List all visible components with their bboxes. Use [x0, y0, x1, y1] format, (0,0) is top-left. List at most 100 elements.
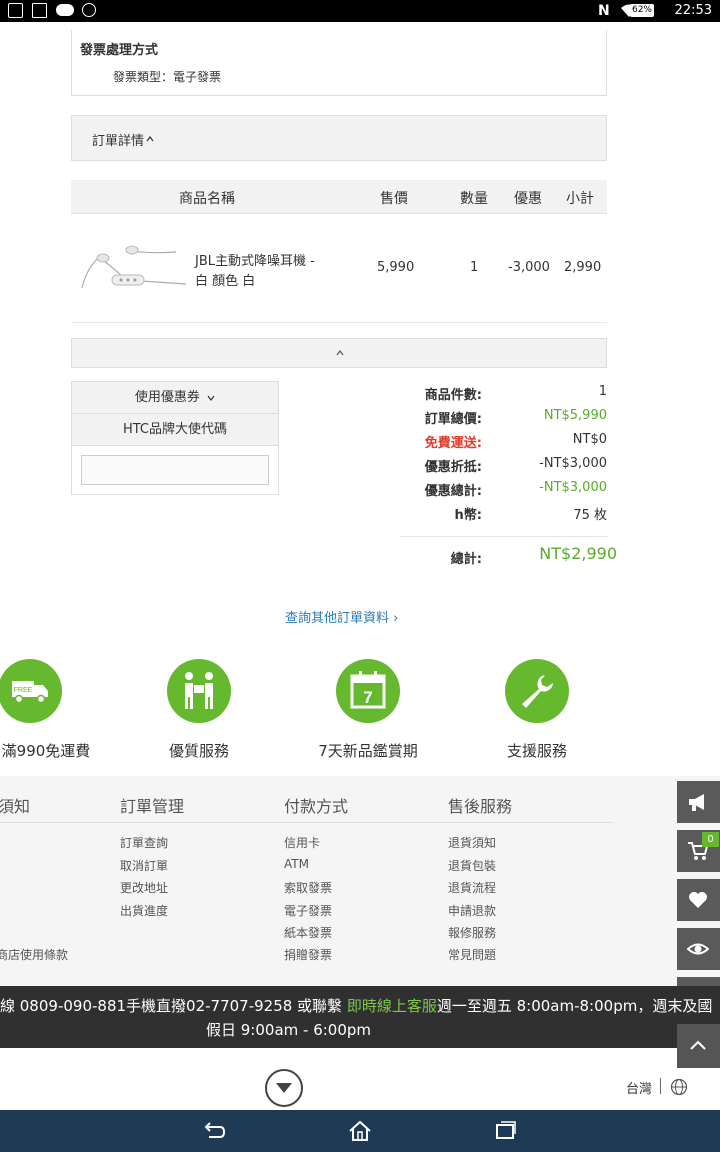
header-quantity: 數量: [460, 191, 488, 207]
footer-col1-title: 須知: [0, 797, 31, 816]
footer-link-request-invoice[interactable]: 索取發票: [284, 879, 332, 896]
caret-down-icon: [276, 1083, 292, 1093]
footer-link-refund[interactable]: 申請退款: [448, 902, 496, 919]
recently-viewed-button[interactable]: [677, 928, 720, 970]
cloud-icon: [56, 4, 74, 16]
app-notification-icon: [8, 3, 23, 18]
more-orders-link[interactable]: 查詢其他訂單資料 ›: [285, 607, 398, 626]
contact-line1: 線 0809-090-881手機直撥02-7707-9258 或聯繫 即時線上客…: [0, 995, 712, 1016]
coupon-toggle[interactable]: 使用優惠券: [72, 382, 278, 414]
product-name-line1[interactable]: JBL主動式降噪耳機 -: [195, 250, 315, 269]
system-navigation-bar: [0, 1110, 720, 1152]
footer-link-return-packaging[interactable]: 退貨包裝: [448, 857, 496, 874]
invoice-type: 發票類型：電子發票: [113, 70, 222, 84]
footer-link-change-address[interactable]: 更改地址: [120, 879, 168, 896]
product-discount: -3,000: [508, 260, 550, 275]
contact-line1-text: 線 0809-090-881手機直撥02-7707-9258 或聯繫: [0, 997, 347, 1015]
summary-count-value: 1: [598, 384, 607, 399]
cart-count-badge: 0: [702, 832, 719, 847]
back-to-top-button[interactable]: [677, 1024, 720, 1068]
footer-link-faq[interactable]: 常見問題: [448, 946, 496, 963]
live-chat-link[interactable]: 即時線上客服: [347, 997, 437, 1015]
product-subtotal: 2,990: [564, 260, 602, 275]
summary-discount-total-label: 優惠總計:: [424, 484, 482, 499]
region-label[interactable]: 台灣: [626, 1078, 652, 1097]
product-quantity: 1: [470, 260, 479, 275]
status-bar: N 62% 22:53: [0, 0, 720, 22]
footer-link-order-query[interactable]: 訂單查詢: [120, 834, 168, 851]
wishlist-button[interactable]: [677, 879, 720, 921]
collapse-bar[interactable]: [71, 338, 607, 368]
screenshot-icon: [32, 3, 47, 18]
quality-service-icon: [167, 659, 231, 723]
footer-link-shipping-progress[interactable]: 出貨進度: [120, 902, 168, 919]
table-row: JBL主動式降噪耳機 - 白 顏色 白 5,990 1 -3,000 2,990: [71, 214, 607, 322]
summary-discount-value: -NT$3,000: [539, 456, 607, 471]
free-shipping-icon: FREE: [0, 659, 62, 723]
chevron-up-icon: [690, 1040, 706, 1050]
footer-divider: [0, 822, 613, 823]
summary-total-label: 訂單總價:: [424, 412, 482, 427]
footer-link-return-process[interactable]: 退貨流程: [448, 879, 496, 896]
footer-link-paper-invoice[interactable]: 紙本發票: [284, 924, 332, 941]
do-not-disturb-icon: [82, 3, 96, 17]
product-table-header: 商品名稱 售價 數量 優惠 小計: [71, 180, 607, 214]
summary-total-value: NT$5,990: [543, 408, 607, 423]
order-details-toggle[interactable]: 訂單詳情: [71, 115, 607, 161]
brand-code-input[interactable]: [81, 455, 269, 485]
feature-support-label: 支援服務: [506, 742, 567, 760]
region-divider: [660, 1078, 661, 1094]
battery-indicator: 62%: [630, 4, 654, 17]
chevron-down-icon: [207, 395, 215, 401]
footer: 須知 商店使用條款 訂單管理 訂單查詢 取消訂單 更改地址 出貨進度 付款方式 …: [0, 776, 720, 986]
globe-icon[interactable]: [670, 1078, 688, 1096]
summary-grand-value: NT$2,990: [539, 544, 617, 563]
header-discount: 優惠: [514, 191, 542, 207]
header-product-name: 商品名稱: [179, 191, 235, 207]
product-name-line2: 白 顏色 白: [195, 274, 256, 289]
order-summary: 商品件數: 1 訂單總價: NT$5,990 免費運送: NT$0 優惠折抵: …: [400, 380, 617, 570]
wrench-icon: [505, 659, 569, 723]
invoice-title: 發票處理方式: [80, 43, 159, 58]
home-icon[interactable]: [348, 1119, 372, 1143]
chevron-up-icon: [146, 136, 154, 142]
footer-link-terms[interactable]: 商店使用條款: [0, 946, 68, 963]
summary-divider: [400, 536, 608, 537]
coupon-toggle-label: 使用優惠券: [134, 390, 200, 405]
summary-discount-label: 優惠折抵:: [424, 460, 482, 475]
footer-col4-title: 售後服務: [448, 797, 513, 816]
row-divider: [71, 322, 607, 323]
header-price: 售價: [380, 191, 408, 207]
footer-col3-title: 付款方式: [284, 797, 349, 816]
header-subtotal: 小計: [566, 191, 594, 207]
footer-link-donate-invoice[interactable]: 捐贈發票: [284, 946, 332, 963]
footer-link-return-notice[interactable]: 退貨須知: [448, 834, 496, 851]
feature-trial-period-label: 7天新品鑑賞期: [318, 742, 418, 760]
svg-text:FREE: FREE: [14, 687, 33, 694]
back-icon[interactable]: [203, 1121, 225, 1141]
invoice-section: 發票處理方式 發票類型：電子發票: [71, 30, 607, 96]
summary-count-label: 商品件數:: [424, 388, 482, 403]
brand-code-label: HTC品牌大使代碼: [72, 414, 278, 446]
feature-free-shipping-label: 滿990免運費: [1, 742, 91, 760]
footer-link-e-invoice[interactable]: 電子發票: [284, 902, 332, 919]
contact-line1-hours: 週一至週五 8:00am-8:00pm，週末及國: [436, 997, 713, 1015]
footer-link-atm[interactable]: ATM: [284, 857, 309, 871]
summary-grand-label: 總計:: [450, 552, 482, 567]
footer-link-cancel-order[interactable]: 取消訂單: [120, 857, 168, 874]
recent-apps-icon[interactable]: [495, 1121, 517, 1141]
product-thumbnail-earphone: [81, 245, 186, 289]
order-details-label: 訂單詳情: [92, 134, 145, 149]
nfc-icon: N: [598, 3, 610, 19]
footer-link-credit-card[interactable]: 信用卡: [284, 834, 320, 851]
cart-button[interactable]: 0: [677, 830, 720, 872]
expand-down-button[interactable]: [265, 1069, 303, 1107]
contact-line2: 假日 9:00am - 6:00pm: [206, 1021, 372, 1039]
feature-quality-service-label: 優質服務: [168, 742, 229, 760]
chevron-up-icon: [336, 350, 344, 356]
calendar-icon: 7: [336, 659, 400, 723]
footer-link-repair[interactable]: 報修服務: [448, 924, 496, 941]
product-price: 5,990: [377, 260, 415, 275]
announcement-button[interactable]: [677, 781, 720, 823]
summary-coin-label: h幣:: [454, 508, 482, 523]
